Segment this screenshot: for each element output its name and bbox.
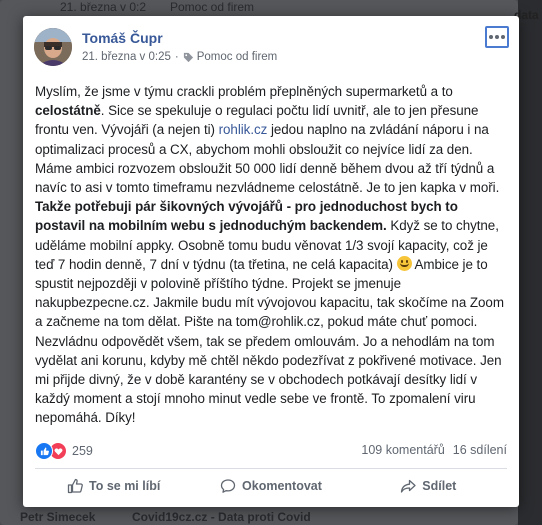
like-button[interactable]: To se mi líbí xyxy=(35,471,192,501)
author-name[interactable]: Tomáš Čupr xyxy=(82,30,163,46)
post-header: Tomáš Čupr 21. března v 0:25 · Pomoc od … xyxy=(34,26,509,72)
avatar-photo xyxy=(34,28,72,66)
smile-emoji-icon xyxy=(396,255,412,271)
bg-group: Pomoc od firem xyxy=(170,0,255,14)
tag-icon xyxy=(183,52,193,62)
actions-divider xyxy=(35,468,507,469)
text-part-1: Myslím, že jsme v týmu crackli problém p… xyxy=(35,84,453,99)
post-text: Myslím, že jsme v týmu crackli problém p… xyxy=(35,82,509,428)
post-meta: 21. března v 0:25 · Pomoc od firem xyxy=(82,51,277,63)
like-reaction-icon xyxy=(35,442,53,460)
reactions-count: 259 xyxy=(72,444,93,458)
text-bold-1: celostátně xyxy=(35,103,101,119)
rohlik-link[interactable]: rohlik.cz xyxy=(219,122,268,137)
avatar[interactable] xyxy=(34,28,72,66)
comment-button[interactable]: Okomentovat xyxy=(192,471,349,501)
like-label: To se mi líbí xyxy=(89,479,161,493)
bg-right-column: data xyxy=(514,0,542,525)
bg-timestamp: 21. března v 0:2 xyxy=(60,0,147,14)
post-modal: Tomáš Čupr 21. března v 0:25 · Pomoc od … xyxy=(23,16,519,507)
post-group[interactable]: Pomoc od firem xyxy=(197,51,278,63)
shares-count[interactable]: 16 sdílení xyxy=(453,443,507,457)
reactions-summary[interactable]: 259 xyxy=(35,442,93,460)
engagement-counts: 109 komentářů 16 sdílení xyxy=(361,443,507,457)
post-actions: To se mi líbí Okomentovat Sdílet xyxy=(35,471,507,501)
post-stats: 259 109 komentářů 16 sdílení xyxy=(35,441,507,461)
more-options-icon[interactable] xyxy=(485,26,509,48)
share-button[interactable]: Sdílet xyxy=(350,471,507,501)
post-timestamp[interactable]: 21. března v 0:25 xyxy=(82,51,171,63)
meta-separator: · xyxy=(174,51,179,63)
text-part-5: Ambice je to spustit nejpozději v polovi… xyxy=(35,256,504,426)
comment-icon xyxy=(220,479,236,493)
comments-count[interactable]: 109 komentářů xyxy=(361,443,444,457)
bg-author: Petr Simecek xyxy=(20,510,96,524)
comment-label: Okomentovat xyxy=(242,479,322,493)
thumbs-up-icon xyxy=(67,478,83,494)
share-label: Sdílet xyxy=(422,479,457,493)
share-icon xyxy=(401,479,416,493)
bg-link: Covid19cz.cz - Data proti Covid xyxy=(132,510,311,524)
